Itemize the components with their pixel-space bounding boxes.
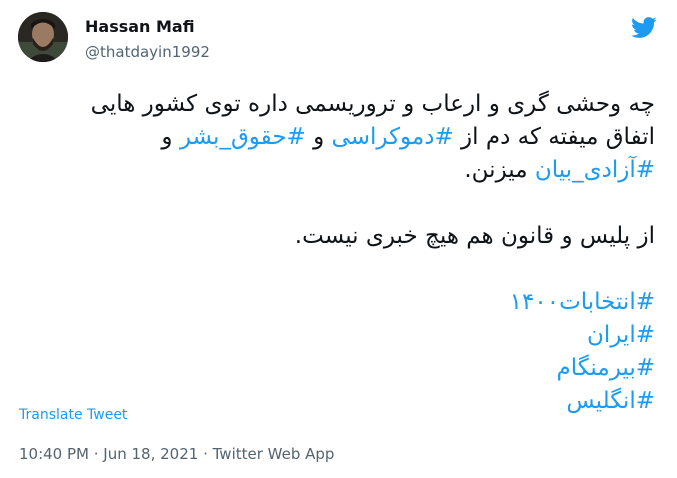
tweet-line: #بیرمنگام <box>17 352 655 385</box>
hashtag-link[interactable]: #انگلیس <box>566 388 655 414</box>
hashtag-link[interactable]: #انتخابات۱۴۰۰ <box>510 289 655 315</box>
tweet-text-span: اتفاق میفته که دم از <box>453 124 655 150</box>
author-name[interactable]: Hassan Mafi <box>85 17 195 37</box>
tweet-text-span: میزنن. <box>464 157 535 183</box>
tweet-source[interactable]: Twitter Web App <box>213 445 335 463</box>
tweet-line: #آزادی_بیان میزنن. <box>17 154 655 187</box>
hashtag-link[interactable]: #دموکراسی <box>332 124 454 150</box>
hashtag-link[interactable]: #حقوق_بشر <box>180 124 306 150</box>
hashtag-link[interactable]: #بیرمنگام <box>556 355 655 381</box>
tweet-line: #انتخابات۱۴۰۰ <box>17 286 655 319</box>
twitter-bird-icon[interactable] <box>630 14 657 41</box>
tweet-metadata: 10:40 PM · Jun 18, 2021 · Twitter Web Ap… <box>19 444 334 464</box>
tweet-line: چه وحشی گری و ارعاب و تروریسمی داره توی … <box>90 91 655 117</box>
tweet-text-span: و <box>305 124 332 150</box>
tweet-date[interactable]: Jun 18, 2021 <box>103 445 198 463</box>
meta-separator: · <box>198 445 213 463</box>
tweet-line: #ایران <box>17 319 655 352</box>
tweet-card: Hassan Mafi @thatdayin1992 چه وحشی گری و… <box>0 0 677 478</box>
tweet-text-span: و <box>161 124 180 150</box>
tweet-time[interactable]: 10:40 PM <box>19 445 89 463</box>
hashtag-link[interactable]: #ایران <box>587 322 655 348</box>
tweet-text: چه وحشی گری و ارعاب و تروریسمی داره توی … <box>17 88 655 418</box>
hashtag-link[interactable]: #آزادی_بیان <box>535 157 655 183</box>
translate-tweet-link[interactable]: Translate Tweet <box>19 406 127 424</box>
author-handle[interactable]: @thatdayin1992 <box>85 42 210 62</box>
meta-separator: · <box>88 445 104 463</box>
tweet-line: اتفاق میفته که دم از #دموکراسی و #حقوق_ب… <box>17 121 655 154</box>
avatar[interactable] <box>18 12 68 62</box>
tweet-line: از پلیس و قانون هم هیچ خبری نیست. <box>294 223 655 249</box>
